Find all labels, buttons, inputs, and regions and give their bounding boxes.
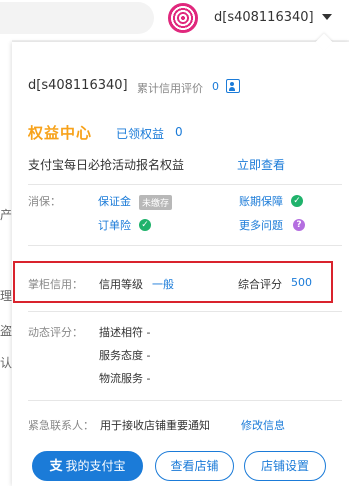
divider (28, 400, 342, 401)
deposit-link[interactable]: 保证金 (98, 193, 131, 209)
credit-value[interactable]: 0 (212, 80, 219, 93)
divider (28, 311, 342, 312)
chevron-down-icon[interactable] (322, 14, 332, 20)
more-questions-link[interactable]: 更多问题 (239, 217, 283, 233)
consumer-protection-label: 消保： (28, 195, 61, 208)
shop-settings-button[interactable]: 店铺设置 (244, 451, 326, 481)
overall-score-label: 综合评分 (238, 278, 282, 291)
avatar[interactable] (168, 3, 198, 33)
benefit-center-title: 权益中心 (28, 124, 93, 142)
search-area[interactable] (0, 2, 154, 34)
overall-score-value[interactable]: 500 (291, 276, 312, 289)
username[interactable]: d[s408116340] (214, 10, 314, 25)
check-icon: ✓ (139, 219, 151, 231)
shop-name: d[s408116340] (28, 78, 128, 93)
question-icon[interactable]: ? (293, 219, 305, 231)
alipay-icon: 支 (49, 458, 63, 474)
check-icon: ✓ (291, 195, 303, 207)
modify-info-link[interactable]: 修改信息 (241, 417, 285, 433)
view-now-link[interactable]: 立即查看 (237, 156, 285, 173)
divider (28, 184, 342, 185)
emergency-contact-label: 紧急联系人： (28, 419, 94, 432)
background-text: 理 (0, 289, 13, 303)
order-insurance-link[interactable]: 订单险 (98, 217, 131, 233)
claimed-benefits-label[interactable]: 已领权益 (116, 125, 164, 142)
background-text: 产 (0, 208, 13, 222)
background-text: 认 (0, 356, 13, 370)
payment-guarantee-link[interactable]: 账期保障 (239, 193, 283, 209)
dynamic-rating-label: 动态评分： (28, 326, 83, 339)
rating-logistics: 物流服务 - (99, 372, 151, 385)
rating-service: 服务态度 - (99, 349, 151, 362)
promo-text: 支付宝每日必抢活动报名权益 (28, 158, 185, 172)
credit-level-label: 信用等级 (99, 278, 143, 291)
emergency-contact-desc: 用于接收店铺重要通知 (100, 419, 210, 432)
claimed-benefits-value[interactable]: 0 (175, 125, 183, 139)
rating-description: 描述相符 - (99, 326, 151, 339)
my-alipay-button[interactable]: 支我的支付宝 (32, 451, 143, 481)
credit-level-value[interactable]: 一般 (152, 276, 174, 292)
seller-credit-label: 掌柜信用： (28, 278, 83, 291)
status-badge: 未缴存 (139, 195, 173, 210)
profile-card-icon[interactable] (226, 79, 240, 93)
background-page (0, 40, 12, 486)
credit-label: 累计信用评价 (137, 82, 203, 95)
divider (28, 245, 342, 246)
background-text: 盗 (0, 324, 13, 338)
my-alipay-label: 我的支付宝 (65, 459, 126, 473)
view-shop-button[interactable]: 查看店铺 (155, 451, 234, 481)
